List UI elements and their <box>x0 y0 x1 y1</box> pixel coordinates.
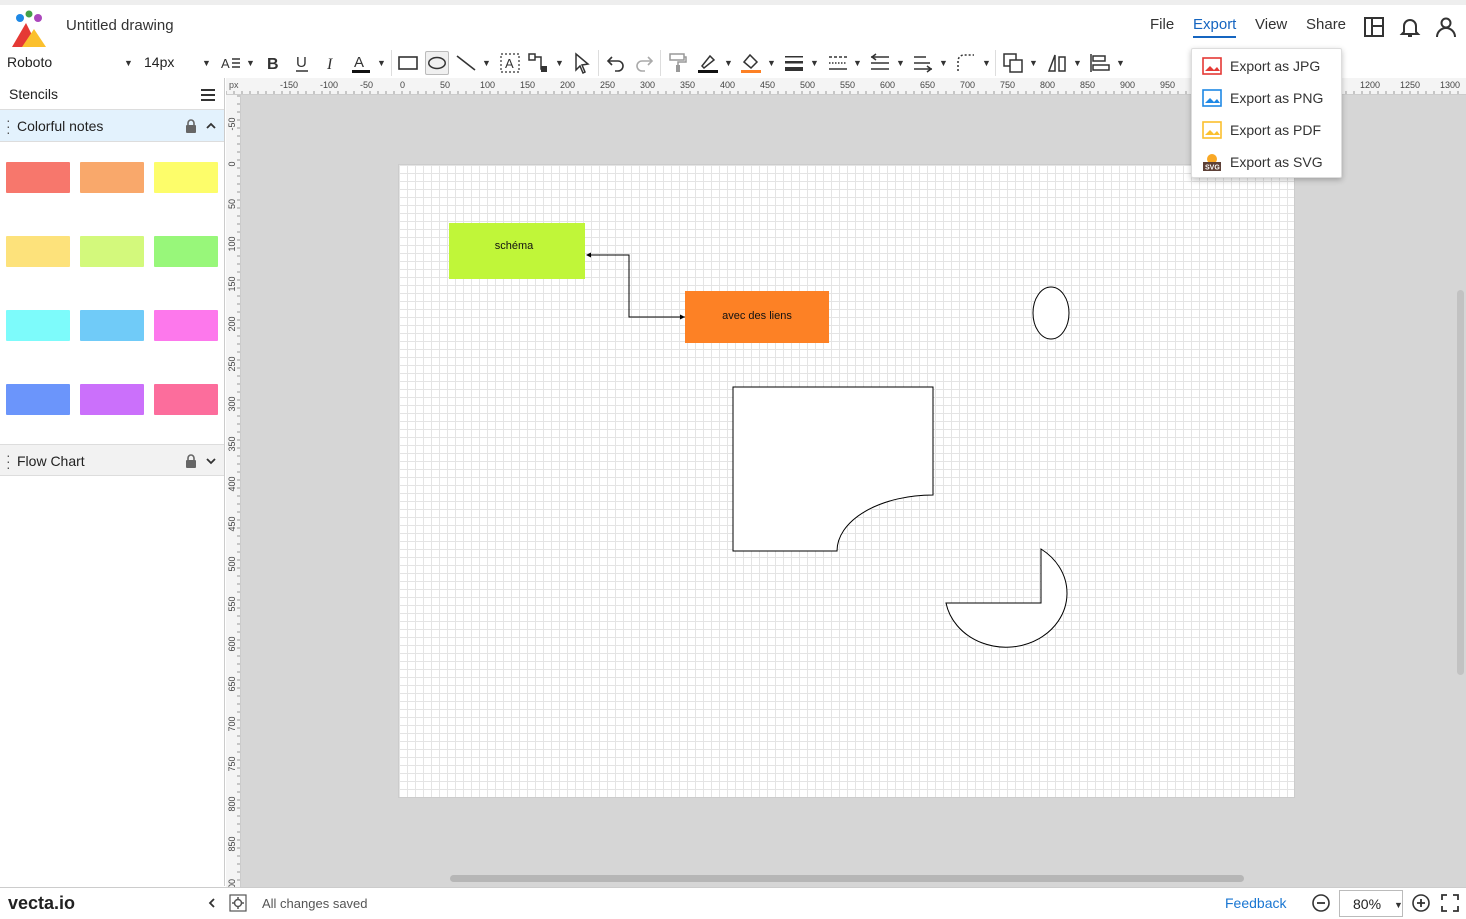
collapse-sidebar-icon[interactable] <box>206 897 218 909</box>
svg-text:SVG: SVG <box>1205 165 1220 172</box>
chevron-up-icon[interactable] <box>205 120 217 132</box>
svg-file-icon: SVG <box>1203 154 1221 172</box>
sticky-note-9[interactable] <box>154 310 218 341</box>
arrowhead <box>586 252 591 258</box>
brand-label[interactable]: vecta.io <box>8 893 75 914</box>
chevron-down-icon[interactable]: ▼ <box>1394 900 1403 910</box>
export-svg-item[interactable]: SVG Export as SVG <box>1192 146 1341 178</box>
export-label: Export as PNG <box>1230 90 1324 106</box>
ellipse-shape[interactable] <box>1032 286 1070 340</box>
sticky-note-5[interactable] <box>80 236 144 267</box>
sticky-note-6[interactable] <box>154 236 218 267</box>
sticky-note-12[interactable] <box>154 384 218 415</box>
image-file-icon <box>1202 121 1222 139</box>
drag-handle-icon[interactable]: · · · <box>6 113 11 139</box>
export-dropdown: Export as JPG Export as PNG Export as PD… <box>1191 48 1342 178</box>
export-png-item[interactable]: Export as PNG <box>1192 82 1341 114</box>
sticky-note-8[interactable] <box>80 310 144 341</box>
card-shape[interactable] <box>732 386 934 552</box>
export-label: Export as JPG <box>1230 58 1321 74</box>
sticky-note-2[interactable] <box>80 162 144 193</box>
sticky-note-1[interactable] <box>6 162 70 193</box>
lock-icon[interactable] <box>184 454 198 468</box>
export-jpg-item[interactable]: Export as JPG <box>1192 50 1341 82</box>
app-window: Untitled drawing File Export View Share … <box>0 0 1466 919</box>
fullscreen-icon[interactable] <box>1441 894 1459 912</box>
connector-line[interactable] <box>589 254 685 318</box>
save-status: All changes saved <box>262 896 368 911</box>
sticky-note-4[interactable] <box>6 236 70 267</box>
lock-icon[interactable] <box>184 119 198 133</box>
sticky-note-11[interactable] <box>80 384 144 415</box>
sidebar-header: Stencils <box>0 78 224 110</box>
drag-handle-icon[interactable]: · · · <box>6 448 11 474</box>
sidebar-title: Stencils <box>9 86 59 102</box>
arrowhead <box>680 314 685 320</box>
horizontal-scrollbar[interactable] <box>450 875 1244 882</box>
sticky-note-10[interactable] <box>6 384 70 415</box>
status-bar: vecta.io All changes saved Feedback 80% … <box>0 887 1466 919</box>
image-file-icon <box>1202 89 1222 107</box>
sticky-note-7[interactable] <box>6 310 70 341</box>
pie-shape[interactable] <box>945 548 1068 648</box>
vertical-scrollbar[interactable] <box>1457 290 1464 675</box>
feedback-link[interactable]: Feedback <box>1225 895 1286 911</box>
zoom-value: 80% <box>1353 896 1382 912</box>
section-label: Flow Chart <box>17 453 85 469</box>
section-flow-chart[interactable]: · · · Flow Chart <box>0 444 224 476</box>
zoom-select[interactable]: 80% ▼ <box>1339 890 1403 917</box>
chevron-down-icon[interactable] <box>205 455 217 467</box>
export-pdf-item[interactable]: Export as PDF <box>1192 114 1341 146</box>
section-label: Colorful notes <box>17 118 104 134</box>
zoom-out-icon[interactable] <box>1311 893 1331 913</box>
sticky-note-3[interactable] <box>154 162 218 193</box>
export-label: Export as PDF <box>1230 122 1322 138</box>
section-colorful-notes[interactable]: · · · Colorful notes <box>0 110 224 142</box>
notes-grid <box>0 142 224 444</box>
stencils-sidebar: Stencils · · · Colorful notes · · · Flow Cha… <box>0 78 225 886</box>
settings-icon[interactable] <box>229 894 247 912</box>
image-file-icon <box>1202 57 1222 75</box>
hamburger-menu-icon[interactable] <box>199 86 217 104</box>
zoom-in-icon[interactable] <box>1411 893 1431 913</box>
export-label: Export as SVG <box>1230 154 1323 170</box>
